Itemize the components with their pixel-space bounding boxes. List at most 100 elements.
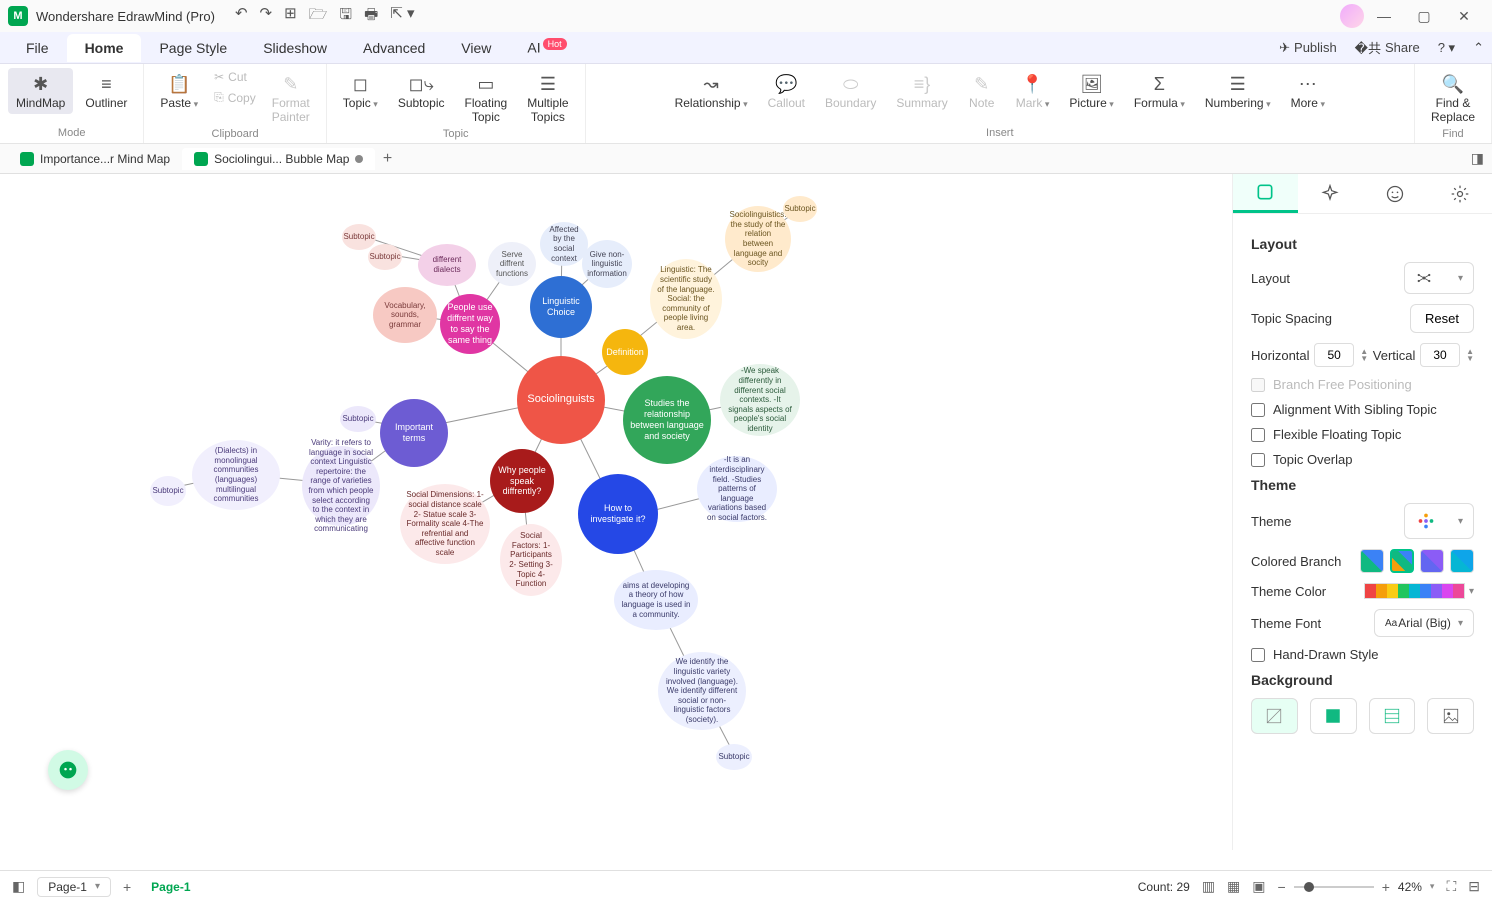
relationship-button[interactable]: ↝Relationship — [667, 68, 756, 114]
bubble-affected[interactable]: Affected by the social context — [540, 222, 588, 266]
picture-button[interactable]: 🖼Picture — [1061, 68, 1121, 114]
bg-solid[interactable] — [1310, 698, 1357, 734]
outliner-button[interactable]: ≡Outliner — [77, 68, 135, 114]
branch-style-1[interactable] — [1360, 549, 1384, 573]
panel-tab-settings[interactable] — [1427, 174, 1492, 213]
export-icon[interactable]: ⇱ ▾ — [390, 4, 414, 29]
view-mode-3-icon[interactable]: ▣ — [1252, 878, 1265, 895]
bubble-dialects[interactable]: different dialects — [418, 244, 476, 286]
vertical-input[interactable] — [1420, 343, 1460, 367]
topic-button[interactable]: ◻Topic — [335, 68, 386, 114]
add-page-button[interactable]: + — [123, 879, 131, 895]
tab-view[interactable]: View — [443, 34, 509, 62]
bubble-center[interactable]: Sociolinguists — [517, 356, 605, 444]
multiple-topics-button[interactable]: ☰MultipleTopics — [519, 68, 576, 128]
panel-toggle-icon[interactable]: ◨ — [1471, 150, 1484, 166]
find-replace-button[interactable]: 🔍Find &Replace — [1423, 68, 1483, 128]
mindmap-button[interactable]: ✱MindMap — [8, 68, 73, 114]
bg-image[interactable] — [1427, 698, 1474, 734]
page-selector[interactable]: Page-1▾ — [37, 877, 111, 897]
bubble-dialects-lang[interactable]: (Dialects) in monolingual communities (l… — [192, 440, 280, 510]
bubble-sub1[interactable]: Subtopic — [150, 476, 186, 506]
bubble-relationship[interactable]: Studies the relationship between languag… — [623, 376, 711, 464]
reset-button[interactable]: Reset — [1410, 304, 1474, 333]
bubble-social-fac[interactable]: Social Factors: 1- Participants 2- Setti… — [500, 524, 562, 596]
panel-tab-emoji[interactable] — [1363, 174, 1428, 213]
h-down[interactable]: ▼ — [1360, 355, 1368, 362]
floating-topic-button[interactable]: ▭FloatingTopic — [457, 68, 516, 128]
formula-button[interactable]: ΣFormula — [1126, 68, 1193, 114]
align-sibling-check[interactable]: Alignment With Sibling Topic — [1251, 402, 1474, 417]
zoom-dropdown[interactable]: ▾ — [1430, 881, 1435, 892]
assistant-fab[interactable] — [48, 750, 88, 790]
bubble-serve-func[interactable]: Serve diffrent functions — [488, 242, 536, 286]
bubble-aims[interactable]: aims at developing a theory of how langu… — [614, 570, 698, 630]
maximize-button[interactable]: ▢ — [1404, 8, 1444, 25]
numbering-button[interactable]: ☰Numbering — [1197, 68, 1279, 114]
bubble-people-use[interactable]: People use diffrent way to say the same … — [440, 294, 500, 354]
layout-select[interactable] — [1404, 262, 1474, 294]
branch-style-3[interactable] — [1420, 549, 1444, 573]
redo-icon[interactable]: ↷ — [260, 4, 273, 29]
add-tab-button[interactable]: + — [375, 147, 399, 171]
publish-button[interactable]: ✈ Publish — [1279, 40, 1337, 56]
close-button[interactable]: ✕ — [1444, 8, 1484, 25]
share-button[interactable]: �共 Share — [1355, 38, 1420, 57]
paste-button[interactable]: 📋Paste — [152, 68, 206, 114]
bubble-sub2[interactable]: Subtopic — [340, 406, 376, 432]
sidebar-toggle-icon[interactable]: ◧ — [12, 878, 25, 895]
format-painter-button[interactable]: ✎FormatPainter — [264, 68, 318, 128]
color-dropdown[interactable]: ▾ — [1469, 586, 1474, 597]
bubble-linguistic-choice[interactable]: Linguistic Choice — [530, 276, 592, 338]
bubble-definition[interactable]: Definition — [602, 329, 648, 375]
save-icon[interactable]: 🖫 — [339, 4, 352, 29]
boundary-button[interactable]: ⬭Boundary — [817, 68, 884, 114]
branch-style-4[interactable] — [1450, 549, 1474, 573]
mark-button[interactable]: 📍Mark — [1008, 68, 1058, 114]
zoom-out-button[interactable]: − — [1278, 879, 1286, 895]
bubble-give-info[interactable]: Give non-linguistic information — [582, 240, 632, 288]
summary-button[interactable]: ≡}Summary — [888, 68, 955, 114]
help-button[interactable]: ? ▾ — [1438, 40, 1455, 56]
bubble-social-dim[interactable]: Social Dimensions: 1-social distance sca… — [400, 484, 490, 564]
canvas[interactable]: Sociolinguists Definition Linguistic Cho… — [0, 174, 1120, 850]
view-mode-1-icon[interactable]: ▥ — [1202, 878, 1215, 895]
collapse-ribbon-button[interactable]: ⌃ — [1473, 40, 1484, 56]
theme-select[interactable] — [1404, 503, 1474, 539]
fit-icon[interactable]: ⊟ — [1468, 878, 1480, 895]
panel-tab-ai[interactable] — [1298, 174, 1363, 213]
bubble-sub6[interactable]: Subtopic — [716, 744, 752, 770]
bubble-speak-diff[interactable]: -We speak differently in different socia… — [720, 364, 800, 436]
doctab-importance[interactable]: Importance...r Mind Map — [8, 148, 182, 170]
zoom-slider[interactable] — [1294, 886, 1374, 888]
minimize-button[interactable]: — — [1364, 8, 1404, 24]
user-avatar[interactable] — [1340, 4, 1364, 28]
bg-pattern[interactable] — [1369, 698, 1416, 734]
theme-color-picker[interactable] — [1364, 583, 1465, 599]
undo-icon[interactable]: ↶ — [235, 4, 248, 29]
v-down[interactable]: ▼ — [1466, 355, 1474, 362]
print-icon[interactable]: 🖶 — [364, 4, 378, 29]
hand-drawn-check[interactable]: Hand-Drawn Style — [1251, 647, 1474, 662]
topic-overlap-check[interactable]: Topic Overlap — [1251, 452, 1474, 467]
new-icon[interactable]: ⊞ — [284, 4, 297, 29]
open-icon[interactable]: 🗁 — [309, 4, 328, 29]
flexible-floating-check[interactable]: Flexible Floating Topic — [1251, 427, 1474, 442]
horizontal-input[interactable] — [1314, 343, 1354, 367]
copy-button[interactable]: ⎘ Copy — [210, 88, 260, 107]
bubble-socio-def[interactable]: Sociolinguistics: the study of the relat… — [725, 206, 791, 272]
fullscreen-icon[interactable]: ⛶ — [1446, 878, 1456, 895]
bg-none[interactable] — [1251, 698, 1298, 734]
bubble-vocab[interactable]: Vocabulary, sounds, grammar — [373, 287, 437, 343]
tab-page-style[interactable]: Page Style — [141, 34, 245, 62]
page-tab-1[interactable]: Page-1 — [143, 876, 198, 898]
note-button[interactable]: ✎Note — [960, 68, 1004, 114]
bubble-why[interactable]: Why people speak diffrently? — [490, 449, 554, 513]
bubble-identify[interactable]: We identify the linguistic variety invol… — [658, 652, 746, 730]
tab-home[interactable]: Home — [67, 34, 142, 62]
callout-button[interactable]: 💬Callout — [760, 68, 813, 114]
tab-slideshow[interactable]: Slideshow — [245, 34, 345, 62]
bubble-how[interactable]: How to investigate it? — [578, 474, 658, 554]
bubble-sub3[interactable]: Subtopic — [342, 224, 376, 250]
bubble-important-terms[interactable]: Important terms — [380, 399, 448, 467]
